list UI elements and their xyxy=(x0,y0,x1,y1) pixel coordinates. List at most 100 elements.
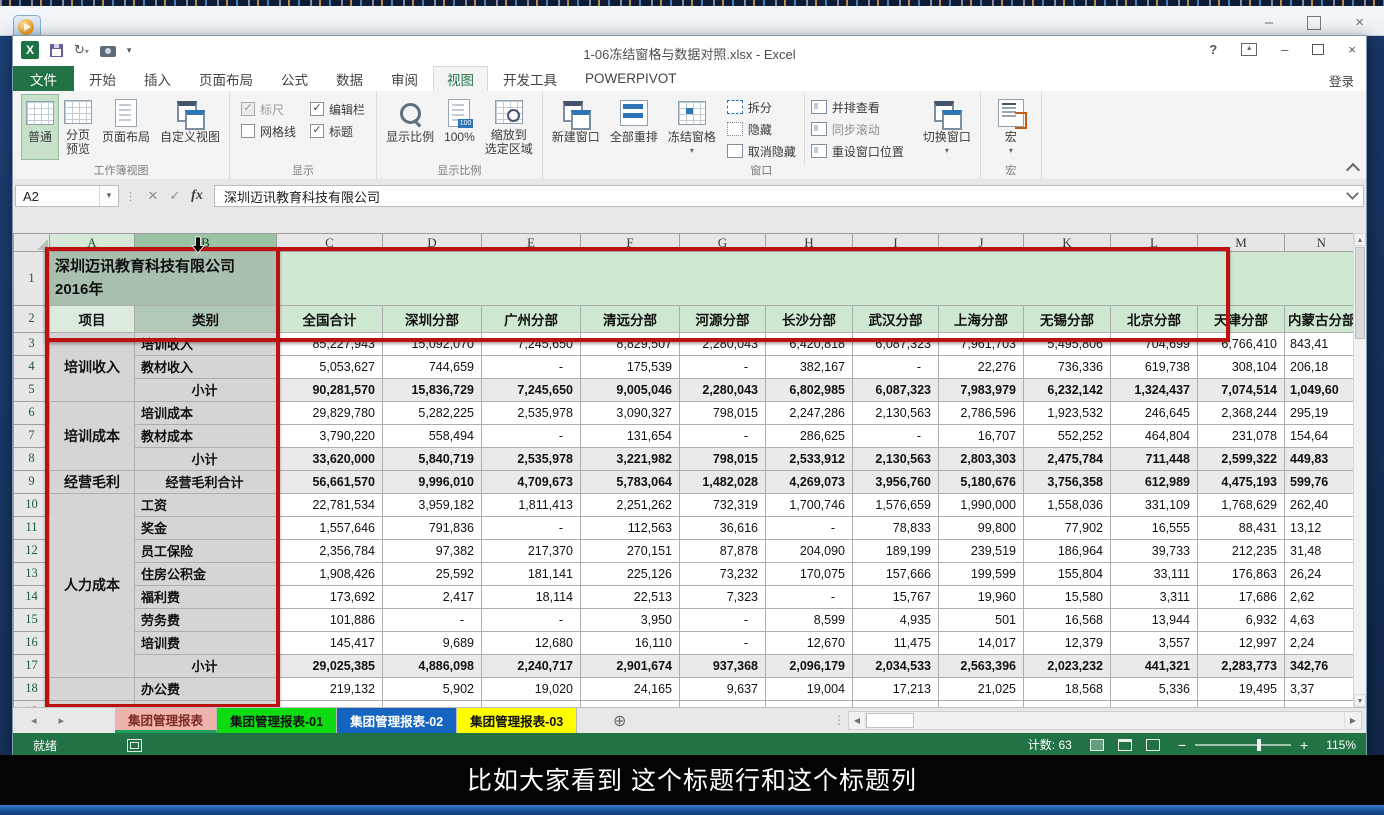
split-button[interactable]: 拆分 xyxy=(727,96,796,118)
type-cell[interactable]: 住房公积金 xyxy=(135,562,277,585)
value-cell[interactable]: 4,709,673 xyxy=(482,470,581,493)
value-cell[interactable]: 175,539 xyxy=(581,355,680,378)
value-cell[interactable]: 97,382 xyxy=(383,539,482,562)
value-cell[interactable]: 204,090 xyxy=(766,539,853,562)
value-cell[interactable]: 2,535,978 xyxy=(482,401,581,424)
row-header-5[interactable]: 5 xyxy=(14,378,50,401)
value-cell[interactable]: 36,616 xyxy=(680,516,766,539)
value-cell[interactable]: 476 xyxy=(581,700,680,707)
type-cell[interactable]: 教材成本 xyxy=(135,424,277,447)
row-header-6[interactable]: 6 xyxy=(14,401,50,424)
value-cell[interactable]: 2,368,244 xyxy=(1198,401,1285,424)
value-cell[interactable]: 8,599 xyxy=(766,608,853,631)
branch-header[interactable]: 内蒙古分部 xyxy=(1285,305,1359,332)
value-cell[interactable]: 16,555 xyxy=(1111,516,1198,539)
row-header-15[interactable]: 15 xyxy=(14,608,50,631)
value-cell[interactable]: 56,661,570 xyxy=(277,470,383,493)
type-cell[interactable]: 培训费 xyxy=(135,631,277,654)
row-header-19[interactable]: 19 xyxy=(14,700,50,707)
value-cell[interactable]: 4,886,098 xyxy=(383,654,482,677)
value-cell[interactable]: 1,558,036 xyxy=(1024,493,1111,516)
ribbon-display-options-icon[interactable]: ▲ xyxy=(1241,43,1257,56)
sheet-tab-集团管理报表-02[interactable]: 集团管理报表-02 xyxy=(337,708,457,733)
checkbox-标题[interactable]: ✓标题 xyxy=(310,120,365,142)
value-cell[interactable]: 99,800 xyxy=(939,516,1024,539)
value-cell[interactable]: 176,863 xyxy=(1198,562,1285,585)
branch-header[interactable]: 无锡分部 xyxy=(1024,305,1111,332)
branch-header[interactable]: 河源分部 xyxy=(680,305,766,332)
category-cell[interactable]: 培训成本 xyxy=(50,401,135,470)
column-header-C[interactable]: C xyxy=(277,234,383,252)
category-cell[interactable] xyxy=(50,700,135,707)
value-cell[interactable]: 157,666 xyxy=(853,562,939,585)
value-cell[interactable]: 2,280,043 xyxy=(680,332,766,355)
tab-file[interactable]: 文件 xyxy=(13,66,74,91)
page-break-shortcut-icon[interactable] xyxy=(1146,739,1160,751)
ribbon-tab-视图[interactable]: 视图 xyxy=(433,66,488,91)
value-cell[interactable]: 552,252 xyxy=(1024,424,1111,447)
value-cell[interactable]: 39,733 xyxy=(1111,539,1198,562)
value-cell[interactable]: 464,804 xyxy=(1111,424,1198,447)
value-cell[interactable]: 7,074,514 xyxy=(1198,378,1285,401)
value-cell[interactable] xyxy=(1111,700,1198,707)
row-header-11[interactable]: 11 xyxy=(14,516,50,539)
page-break-preview-button[interactable]: 分页 预览 xyxy=(59,94,97,160)
value-cell[interactable]: 8,829,507 xyxy=(581,332,680,355)
branch-header[interactable]: 北京分部 xyxy=(1111,305,1198,332)
value-cell[interactable]: 225,126 xyxy=(581,562,680,585)
value-cell[interactable]: 101,886 xyxy=(277,608,383,631)
value-cell[interactable]: 1,768,629 xyxy=(1198,493,1285,516)
row-header-4[interactable]: 4 xyxy=(14,355,50,378)
cell-B2[interactable]: 类别 xyxy=(135,305,277,332)
value-cell[interactable]: 8,784 xyxy=(1024,700,1111,707)
value-cell[interactable]: 9,637 xyxy=(680,677,766,700)
value-cell[interactable]: 112,563 xyxy=(581,516,680,539)
value-cell[interactable]: 12,379 xyxy=(1024,631,1111,654)
value-cell[interactable]: 206,18 xyxy=(1285,355,1359,378)
ribbon-tab-公式[interactable]: 公式 xyxy=(268,66,321,91)
value-cell[interactable]: 619,738 xyxy=(1111,355,1198,378)
vertical-scrollbar[interactable]: ▲ ▼ xyxy=(1353,233,1366,707)
value-cell[interactable]: 2,034,533 xyxy=(853,654,939,677)
value-cell[interactable]: 33,111 xyxy=(1111,562,1198,585)
value-cell[interactable]: 14,017 xyxy=(939,631,1024,654)
column-header-E[interactable]: E xyxy=(482,234,581,252)
value-cell[interactable]: 791,836 xyxy=(383,516,482,539)
excel-close-button[interactable]: × xyxy=(1348,42,1356,57)
type-cell[interactable]: 培训收入 xyxy=(135,332,277,355)
value-cell[interactable]: 2,130,563 xyxy=(853,447,939,470)
branch-header[interactable]: 全国合计 xyxy=(277,305,383,332)
value-cell[interactable]: 308,104 xyxy=(1198,355,1285,378)
hide-button[interactable]: 隐藏 xyxy=(727,118,796,140)
enter-button[interactable]: ✓ xyxy=(164,188,186,204)
column-header-G[interactable]: G xyxy=(680,234,766,252)
value-cell[interactable]: 219,132 xyxy=(277,677,383,700)
value-cell[interactable]: 331,109 xyxy=(1111,493,1198,516)
arrange-all-button[interactable]: 全部重排 xyxy=(605,94,663,160)
horizontal-scrollbar[interactable]: ◀ ▶ xyxy=(848,711,1362,730)
excel-minimize-button[interactable]: – xyxy=(1281,42,1288,57)
column-header-J[interactable]: J xyxy=(939,234,1024,252)
value-cell[interactable]: 5,282,225 xyxy=(383,401,482,424)
value-cell[interactable]: 73,232 xyxy=(680,562,766,585)
value-cell[interactable]: 22,513 xyxy=(581,585,680,608)
value-cell[interactable]: - xyxy=(680,424,766,447)
page-layout-view-button[interactable]: 页面布局 xyxy=(97,94,155,160)
value-cell[interactable]: 3,790,220 xyxy=(277,424,383,447)
branch-header[interactable]: 上海分部 xyxy=(939,305,1024,332)
zoom-in-button[interactable]: + xyxy=(1300,738,1308,752)
value-cell[interactable]: 7,245,650 xyxy=(482,332,581,355)
value-cell[interactable]: 286,625 xyxy=(766,424,853,447)
checkbox-网格线[interactable]: 网格线 xyxy=(241,120,296,142)
type-cell[interactable]: 培训成本 xyxy=(135,401,277,424)
type-cell[interactable]: 小计 xyxy=(135,447,277,470)
value-cell[interactable]: 6,087,323 xyxy=(853,378,939,401)
value-cell[interactable]: 2,219 xyxy=(680,700,766,707)
value-cell[interactable]: 2,599,322 xyxy=(1198,447,1285,470)
value-cell[interactable]: 33,620,000 xyxy=(277,447,383,470)
branch-header[interactable]: 深圳分部 xyxy=(383,305,482,332)
ribbon-tab-开发工具[interactable]: 开发工具 xyxy=(490,66,570,91)
value-cell[interactable]: 12,670 xyxy=(766,631,853,654)
type-cell[interactable]: 办公费 xyxy=(135,677,277,700)
value-cell[interactable]: 155,804 xyxy=(1024,562,1111,585)
